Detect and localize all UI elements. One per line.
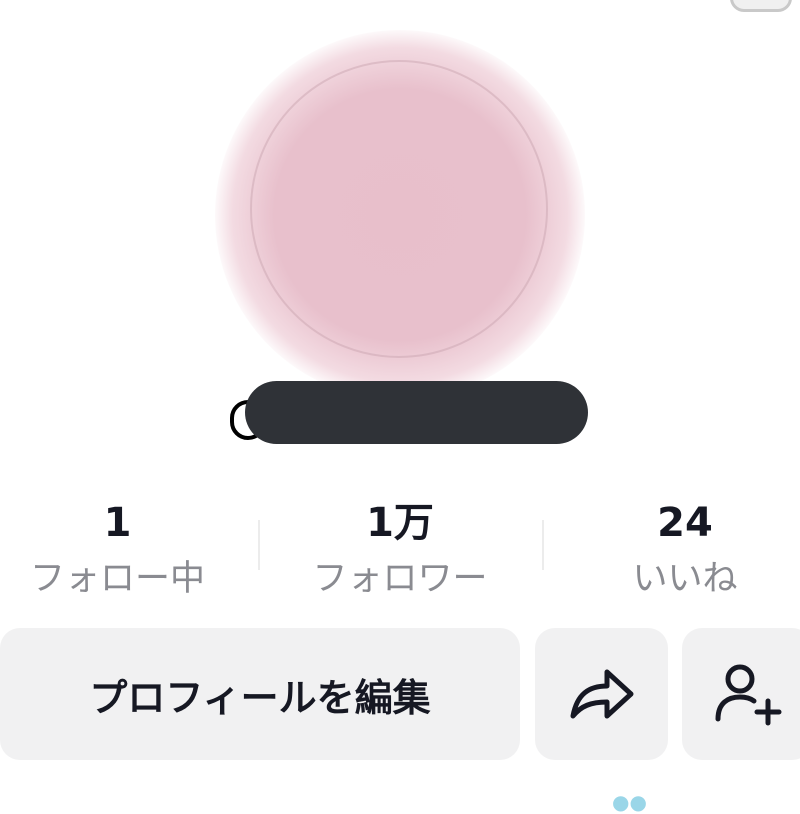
share-profile-button[interactable] [535,628,668,760]
bottom-indicator: ●● [612,790,647,814]
add-friend-button[interactable] [682,628,800,760]
avatar-border [250,60,548,358]
stat-following-value: 1 [103,500,132,546]
stat-likes-label: いいね [632,559,738,599]
stat-likes-value: 24 [657,500,713,546]
share-arrow-icon [570,669,633,719]
stat-divider [542,520,544,570]
top-right-control[interactable] [730,0,792,12]
add-user-icon [715,664,782,726]
edit-profile-label: プロフィールを編集 [89,675,431,720]
edit-profile-button[interactable]: プロフィールを編集 [0,628,520,760]
stat-followers-label: フォロワー [312,559,488,599]
stat-divider [258,520,260,570]
stat-followers-value: 1万 [366,500,434,546]
stat-likes[interactable]: 24 いいね [600,503,770,597]
handle-redacted [245,381,588,444]
stat-following-label: フォロー中 [29,559,205,599]
stat-followers[interactable]: 1万 フォロワー [295,503,505,597]
stat-following[interactable]: 1 フォロー中 [15,503,220,597]
